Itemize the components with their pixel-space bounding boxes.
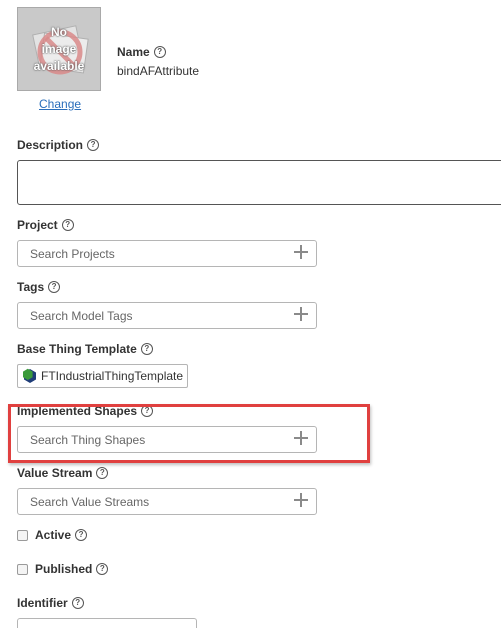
thing-thumbnail: No image available (17, 7, 101, 91)
identifier-input[interactable] (17, 618, 197, 628)
add-thing-shape-icon[interactable] (294, 431, 308, 445)
active-label: Active (35, 528, 72, 542)
value-stream-label: Value Stream? (17, 466, 109, 480)
project-label: Project? (17, 218, 74, 232)
base-thing-template-chip[interactable]: FTIndustrialThingTemplate (17, 364, 189, 388)
help-icon[interactable]: ? (96, 563, 109, 575)
help-icon[interactable]: ? (48, 281, 61, 293)
value-stream-search-placeholder: Search Value Streams (30, 494, 150, 509)
identifier-label: Identifier? (17, 596, 84, 610)
tags-search-input[interactable]: Search Model Tags (17, 302, 317, 329)
add-value-stream-icon[interactable] (294, 493, 308, 507)
value-stream-search-input[interactable]: Search Value Streams (17, 488, 317, 515)
published-label: Published (35, 562, 93, 576)
help-icon[interactable]: ? (140, 343, 153, 355)
description-label: Description? (17, 138, 100, 152)
published-row: Published ? (17, 562, 109, 576)
help-icon[interactable]: ? (87, 139, 100, 151)
active-row: Active ? (17, 528, 88, 542)
help-icon[interactable]: ? (153, 46, 166, 58)
description-textarea[interactable] (17, 160, 501, 205)
thing-shapes-search-input[interactable]: Search Thing Shapes (17, 426, 317, 453)
help-icon[interactable]: ? (75, 529, 88, 541)
name-label: Name? (117, 45, 166, 59)
project-search-placeholder: Search Projects (30, 246, 115, 261)
name-value: bindAFAttribute (117, 64, 200, 78)
base-thing-template-value: FTIndustrialThingTemplate (41, 369, 184, 383)
implemented-shapes-label: Implemented Shapes? (17, 404, 154, 418)
base-thing-template-label: Base Thing Template? (17, 342, 153, 356)
help-icon[interactable]: ? (96, 467, 109, 479)
help-icon[interactable]: ? (61, 219, 74, 231)
thing-shapes-search-placeholder: Search Thing Shapes (30, 432, 146, 447)
active-checkbox[interactable] (17, 529, 28, 541)
tags-search-placeholder: Search Model Tags (30, 308, 133, 323)
project-search-input[interactable]: Search Projects (17, 240, 317, 267)
no-image-text: No image available (33, 25, 85, 73)
help-icon[interactable]: ? (71, 597, 84, 609)
thing-template-icon (23, 368, 36, 383)
tags-label: Tags? (17, 280, 61, 294)
change-image-link[interactable]: Change (39, 97, 81, 111)
help-icon[interactable]: ? (141, 405, 154, 417)
add-project-icon[interactable] (294, 245, 308, 259)
published-checkbox[interactable] (17, 563, 28, 575)
add-tag-icon[interactable] (294, 307, 308, 321)
